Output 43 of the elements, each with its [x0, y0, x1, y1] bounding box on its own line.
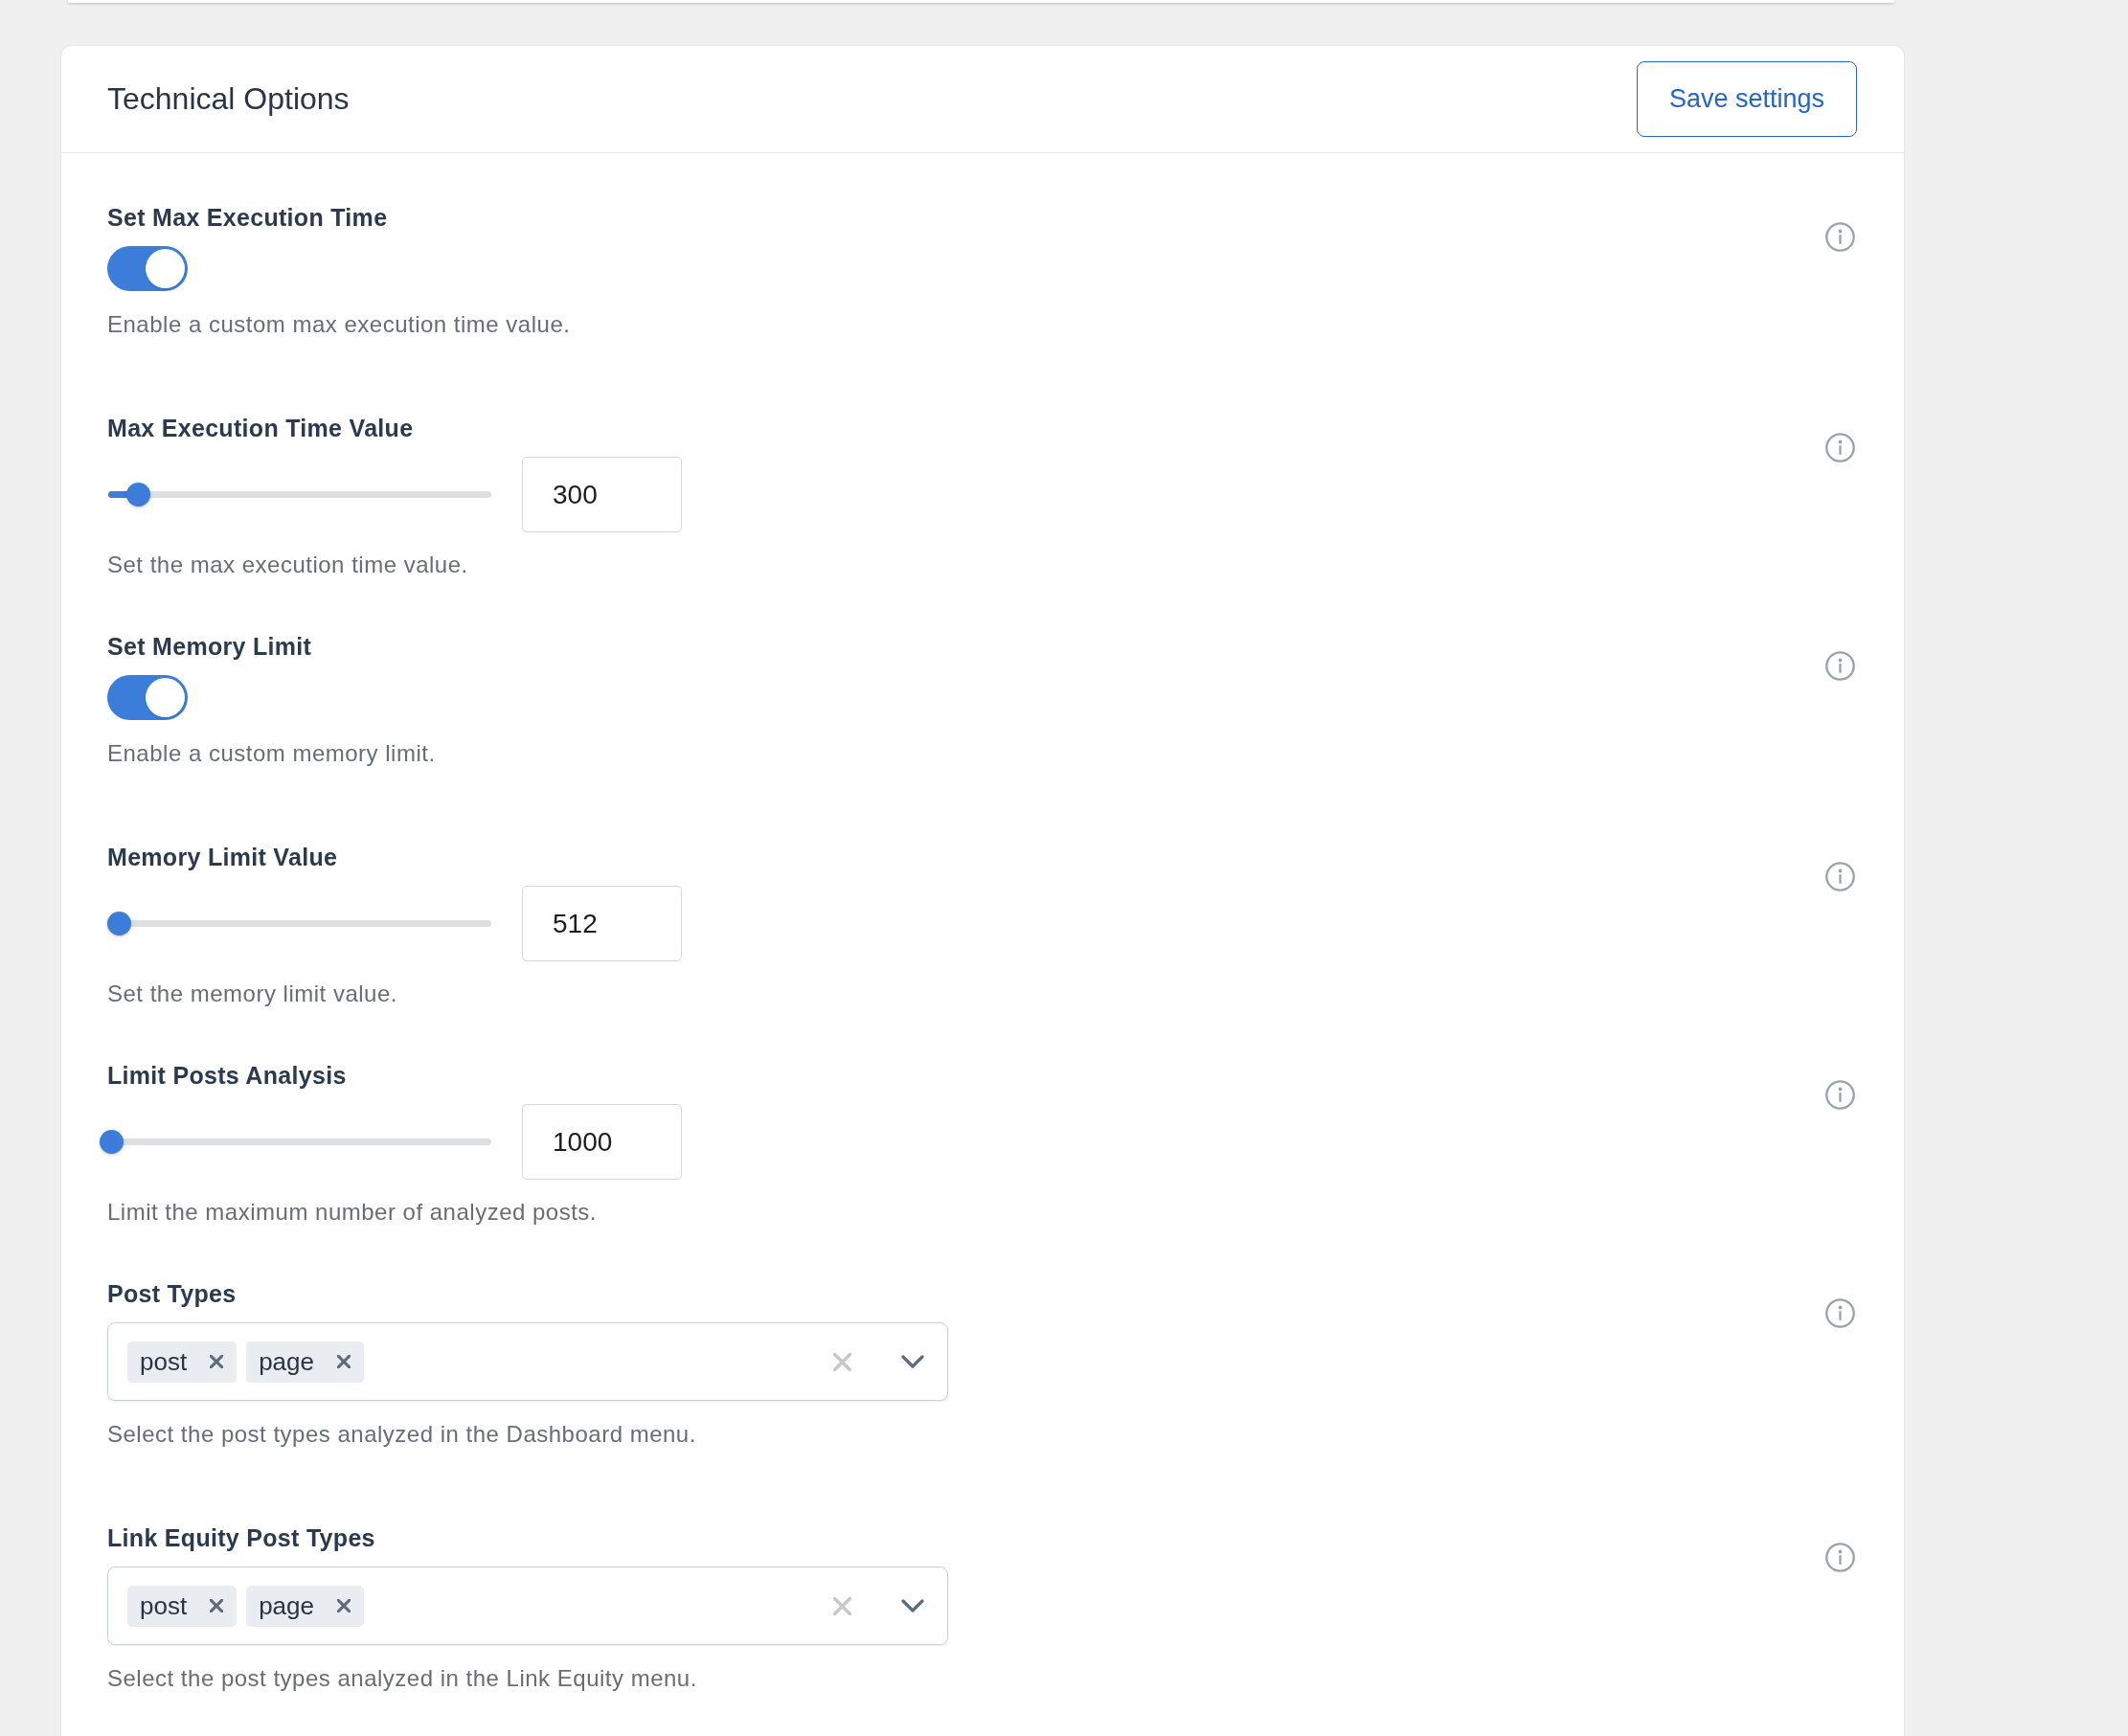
tag-chip[interactable]: post — [127, 1341, 238, 1383]
setting-label: Link Equity Post Types — [107, 1523, 375, 1552]
info-icon[interactable] — [1825, 1543, 1855, 1572]
setting-description: Set the memory limit value. — [107, 980, 397, 1008]
slider-thumb[interactable] — [107, 912, 131, 936]
number-field[interactable]: 512 — [522, 886, 682, 961]
setting-label: Limit Posts Analysis — [107, 1061, 347, 1090]
close-icon[interactable] — [337, 1355, 351, 1368]
setting-label: Set Memory Limit — [107, 632, 312, 661]
info-icon[interactable] — [1825, 433, 1855, 462]
multi-select-field[interactable]: post page — [107, 1322, 948, 1401]
toggle-switch[interactable] — [107, 675, 188, 720]
toggle-switch[interactable] — [107, 246, 188, 291]
setting-description: Limit the maximum number of analyzed posts. — [107, 1198, 598, 1227]
card-title: Technical Options — [107, 81, 350, 117]
chevron-down-icon[interactable] — [901, 1355, 924, 1368]
info-icon[interactable] — [1825, 1298, 1855, 1328]
tag-chip[interactable]: page — [246, 1585, 364, 1627]
setting-description: Set the max execution time value. — [107, 551, 468, 579]
setting-description: Select the post types analyzed in the Dashboard menu. — [107, 1420, 696, 1449]
close-icon[interactable] — [210, 1355, 224, 1368]
setting-description: Enable a custom max execution time value. — [107, 310, 571, 339]
setting-description: Select the post types analyzed in the Link Equity menu. — [107, 1664, 697, 1693]
setting-label: Set Max Execution Time — [107, 203, 388, 232]
close-icon[interactable] — [210, 1599, 224, 1612]
close-icon[interactable] — [337, 1599, 351, 1612]
save-button[interactable]: Save settings — [1637, 61, 1857, 137]
tag-chip[interactable]: post — [127, 1585, 238, 1627]
info-icon[interactable] — [1825, 651, 1855, 681]
setting-label: Max Execution Time Value — [107, 414, 414, 442]
setting-description: Enable a custom memory limit. — [107, 739, 436, 768]
slider-thumb[interactable] — [100, 1130, 124, 1154]
setting-label: Post Types — [107, 1279, 237, 1308]
info-icon[interactable] — [1825, 222, 1855, 252]
info-icon[interactable] — [1825, 862, 1855, 891]
tag-chip[interactable]: page — [246, 1341, 364, 1383]
number-field[interactable]: 300 — [522, 457, 682, 532]
chevron-down-icon[interactable] — [901, 1599, 924, 1612]
info-icon[interactable] — [1825, 1080, 1855, 1110]
multi-select-field[interactable]: post page — [107, 1567, 948, 1645]
setting-label: Memory Limit Value — [107, 843, 338, 871]
slider-thumb[interactable] — [126, 483, 150, 507]
number-field[interactable]: 1000 — [522, 1104, 682, 1180]
